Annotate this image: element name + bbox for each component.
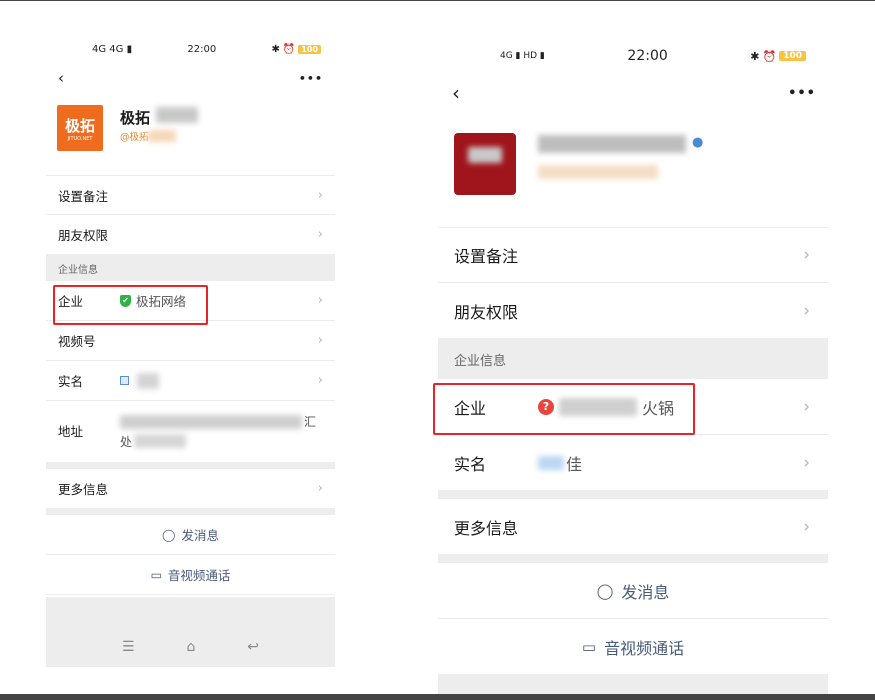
bluetooth-icon: ✱ (750, 49, 760, 63)
chevron-right-icon: › (317, 293, 323, 308)
battery-indicator: 100 (779, 51, 806, 61)
chat-bubble-icon: ◯ (596, 581, 614, 600)
realname-value: 佳 (566, 454, 583, 474)
row-set-remark[interactable]: 设置备注 › (46, 175, 335, 215)
video-camera-icon: ▭ (150, 567, 162, 582)
chevron-right-icon: › (317, 227, 323, 242)
logo-subtext: JITUO.NET (67, 135, 93, 142)
redacted-id (148, 130, 176, 142)
bluetooth-icon: ✱ (271, 43, 280, 55)
row-label: 朋友权限 (454, 302, 519, 322)
row-label: 实名 (454, 454, 487, 474)
back-icon[interactable]: ‹ (452, 81, 460, 105)
status-right: ✱ ⏰ 100 (750, 50, 806, 63)
bottom-border (0, 694, 875, 700)
logo-text: 极拓 (64, 116, 95, 135)
redacted-realname (538, 455, 564, 470)
redacted-address-line2 (134, 434, 186, 448)
address-line2: 处 (120, 435, 133, 449)
chevron-right-icon: › (317, 333, 323, 348)
signal-icons: 4G ▮ HD ▮ (500, 51, 545, 61)
divider (438, 555, 828, 563)
alarm-icon: ⏰ (762, 49, 777, 63)
row-realname[interactable]: 实名 佳 › (438, 435, 828, 491)
row-address[interactable]: 地址 汇 处 (46, 401, 335, 463)
row-label: 设置备注 (58, 188, 109, 204)
redacted-id (538, 165, 658, 179)
redacted-realname (137, 372, 159, 389)
avatar[interactable] (454, 133, 516, 195)
chevron-right-icon: › (317, 187, 323, 203)
battery-indicator: 100 (298, 44, 321, 54)
status-time: 22:00 (627, 48, 668, 64)
row-label: 视频号 (58, 334, 96, 349)
profile-header: 极拓 JITUO.NET 极拓 @极拓 (46, 103, 335, 173)
highlight-box-left (53, 285, 208, 325)
chevron-right-icon: › (317, 481, 323, 496)
home-icon[interactable]: ⌂ (186, 639, 195, 655)
row-more-info[interactable]: 更多信息 › (46, 469, 335, 509)
row-set-remark[interactable]: 设置备注 › (438, 227, 828, 283)
row-friend-permission[interactable]: 朋友权限 › (438, 283, 828, 339)
avatar[interactable]: 极拓 JITUO.NET (57, 105, 103, 151)
system-nav-bar: ☰ ⌂ ↩ (46, 597, 335, 667)
status-bar: 4G ▮ HD ▮ 22:00 ✱ ⏰ 100 (438, 31, 828, 81)
signal-icons: 4G 4G ▮ (92, 43, 133, 55)
row-label: 实名 (58, 374, 84, 389)
video-call-button[interactable]: ▭ 音视频通话 (46, 555, 335, 595)
status-right: ✱ ⏰ 100 (271, 44, 321, 55)
comparison-screenshot: 4G 4G ▮ 22:00 ✱ ⏰ 100 ‹ ••• 极拓 JITUO.NET… (0, 0, 875, 700)
profile-name: 极拓 (120, 109, 151, 127)
row-friend-permission[interactable]: 朋友权限 › (46, 215, 335, 255)
id-card-icon (120, 376, 129, 385)
send-message-button[interactable]: ◯ 发消息 (46, 515, 335, 555)
redacted-name (538, 135, 686, 153)
redacted-address-line1 (120, 415, 302, 429)
video-call-label: 音视频通话 (604, 638, 685, 658)
divider (438, 491, 828, 499)
section-enterprise-info: 企业信息 (46, 255, 335, 281)
back-nav-icon[interactable]: ↩ (247, 639, 259, 655)
chevron-right-icon: › (803, 516, 810, 537)
redacted-avatar-text (468, 147, 502, 163)
video-camera-icon: ▭ (581, 637, 597, 656)
status-bar: 4G 4G ▮ 22:00 ✱ ⏰ 100 (46, 31, 335, 67)
send-message-label: 发消息 (621, 582, 670, 602)
alarm-icon: ⏰ (282, 43, 296, 55)
chevron-right-icon: › (803, 452, 810, 473)
row-label: 设置备注 (454, 247, 519, 266)
top-nav: ‹ ••• (46, 67, 335, 89)
redacted-name (156, 107, 198, 123)
more-options-icon[interactable]: ••• (788, 86, 816, 101)
row-label: 更多信息 (454, 518, 519, 538)
top-nav: ‹ ••• (438, 81, 828, 105)
video-call-button[interactable]: ▭ 音视频通话 (438, 619, 828, 675)
section-enterprise-info: 企业信息 (438, 339, 828, 379)
right-phone-screen: 4G ▮ HD ▮ 22:00 ✱ ⏰ 100 ‹ ••• ● 设置备注 › 朋… (438, 31, 828, 700)
row-label: 更多信息 (58, 482, 109, 497)
chevron-right-icon: › (317, 373, 323, 388)
row-label: 地址 (58, 424, 84, 439)
row-more-info[interactable]: 更多信息 › (438, 499, 828, 555)
chat-bubble-icon: ◯ (162, 527, 176, 542)
chevron-right-icon: › (803, 396, 810, 417)
video-call-label: 音视频通话 (167, 568, 231, 583)
left-phone-screen: 4G 4G ▮ 22:00 ✱ ⏰ 100 ‹ ••• 极拓 JITUO.NET… (46, 31, 335, 667)
chevron-right-icon: › (803, 300, 810, 321)
row-channels[interactable]: 视频号 › (46, 321, 335, 361)
profile-header: ● (438, 129, 828, 225)
row-label: 朋友权限 (58, 228, 109, 243)
send-message-label: 发消息 (181, 528, 219, 543)
highlight-box-right (433, 383, 695, 435)
chevron-right-icon: › (803, 245, 810, 265)
address-tail: 汇 (304, 415, 317, 429)
status-time: 22:00 (187, 43, 217, 55)
contact-person-icon: ● (692, 135, 704, 150)
more-options-icon[interactable]: ••• (299, 72, 323, 85)
back-icon[interactable]: ‹ (58, 69, 64, 87)
row-realname[interactable]: 实名 › (46, 361, 335, 401)
menu-icon[interactable]: ☰ (122, 639, 135, 655)
profile-id: @极拓 (120, 132, 149, 143)
send-message-button[interactable]: ◯ 发消息 (438, 563, 828, 619)
